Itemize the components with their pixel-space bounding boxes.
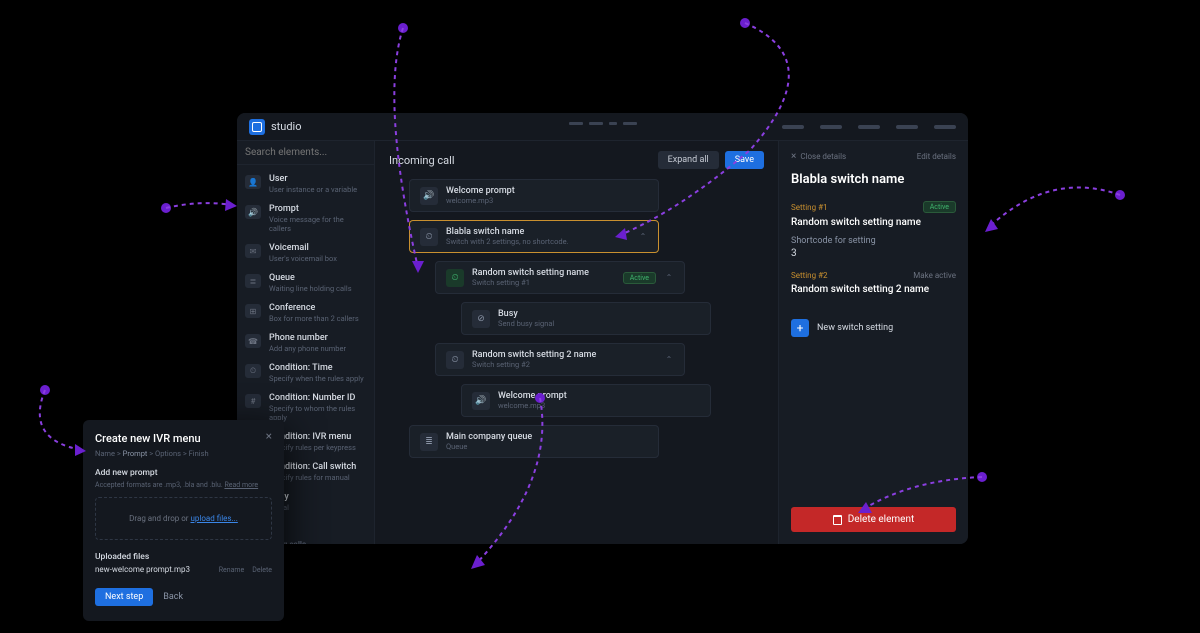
uploaded-label: Uploaded files <box>95 552 272 562</box>
flow-node-busy[interactable]: ⊘BusySend busy signal <box>461 302 711 335</box>
setting-2: Setting #2 Make active Random switch sett… <box>791 271 956 303</box>
clock-icon: ⏲ <box>420 228 438 246</box>
top-tab[interactable] <box>589 122 603 125</box>
sidebar-item-prompt[interactable]: 🔊PromptVoice message for the callers <box>237 199 374 238</box>
add-prompt-label: Add new prompt <box>95 468 272 478</box>
nav-tab[interactable] <box>782 125 804 129</box>
make-active-link[interactable]: Make active <box>913 271 956 280</box>
canvas-title: Incoming call <box>389 154 455 167</box>
collapse-icon[interactable]: ⌃ <box>664 273 674 283</box>
clock-icon: ⏲ <box>446 351 464 369</box>
close-icon[interactable]: × <box>266 429 272 443</box>
search-input[interactable] <box>245 147 375 158</box>
details-panel: ×Close details Edit details Blabla switc… <box>778 141 968 544</box>
upload-files-link[interactable]: upload files... <box>191 514 238 523</box>
close-icon: × <box>791 151 796 162</box>
new-switch-setting-button[interactable]: + New switch setting <box>791 319 956 337</box>
shortcode-value: 3 <box>791 248 956 259</box>
top-tab[interactable] <box>609 122 617 125</box>
breadcrumb: Name > Prompt > Options > Finish <box>95 449 272 458</box>
rename-link[interactable]: Rename <box>219 566 245 574</box>
trash-icon <box>833 515 842 525</box>
top-tab[interactable] <box>569 122 583 125</box>
flow-canvas[interactable]: Incoming call Expand all Save 🔊Welcome p… <box>375 141 778 544</box>
flow-node-switch[interactable]: ⏲Blabla switch nameSwitch with 2 setting… <box>409 220 659 253</box>
app-logo <box>249 119 265 135</box>
busy-icon: ⊘ <box>472 310 490 328</box>
modal-title: Create new IVR menu <box>95 432 201 445</box>
titlebar: studio <box>237 113 968 141</box>
save-button[interactable]: Save <box>725 151 764 169</box>
phone-icon: ☎ <box>245 334 261 348</box>
read-more-link[interactable]: Read more <box>224 481 258 489</box>
flow-node-queue[interactable]: ≣Main company queueQueue <box>409 425 659 458</box>
sidebar-item-phone[interactable]: ☎Phone numberAdd any phone number <box>237 328 374 358</box>
flow-node-welcome-prompt[interactable]: 🔊Welcome promptwelcome.mp3 <box>409 179 659 212</box>
sidebar-item-conference[interactable]: ⊞ConferenceBox for more than 2 callers <box>237 298 374 328</box>
flow-node-welcome-prompt-2[interactable]: 🔊Welcome promptwelcome.mp3 <box>461 384 711 417</box>
voicemail-icon: ✉ <box>245 244 261 258</box>
filename: new-welcome prompt.mp3 <box>95 565 190 574</box>
flow-node-switch-setting-1[interactable]: ⏲Random switch setting nameSwitch settin… <box>435 261 685 294</box>
active-badge: Active <box>623 272 656 284</box>
sound-icon: 🔊 <box>472 392 490 410</box>
setting-name: Random switch setting 2 name <box>791 284 956 295</box>
details-title: Blabla switch name <box>791 172 956 187</box>
search-row <box>237 141 374 165</box>
edit-details-link[interactable]: Edit details <box>917 152 956 161</box>
clock-icon: ⏲ <box>245 364 261 378</box>
sidebar-item-voicemail[interactable]: ✉VoicemailUser's voicemail box <box>237 238 374 268</box>
user-icon: 👤 <box>245 175 261 189</box>
setting-number: Setting #2 <box>791 271 828 280</box>
sidebar-item-cond-time[interactable]: ⏲Condition: TimeSpecify when the rules a… <box>237 358 374 388</box>
prompt-icon: 🔊 <box>245 205 261 219</box>
collapse-icon[interactable]: ⌃ <box>664 355 674 365</box>
flow-node-switch-setting-2[interactable]: ⏲Random switch setting 2 nameSwitch sett… <box>435 343 685 376</box>
collapse-icon[interactable]: ⌃ <box>638 232 648 242</box>
sound-icon: 🔊 <box>420 187 438 205</box>
nav-tab[interactable] <box>820 125 842 129</box>
queue-icon: ≣ <box>420 433 438 451</box>
hash-icon: # <box>245 394 261 408</box>
nav-tab[interactable] <box>896 125 918 129</box>
back-link[interactable]: Back <box>163 592 183 602</box>
active-badge: Active <box>923 201 956 213</box>
setting-number: Setting #1 <box>791 203 828 212</box>
nav-tab[interactable] <box>934 125 956 129</box>
delete-element-button[interactable]: Delete element <box>791 507 956 532</box>
format-hint: Accepted formats are .mp3, .bla and .blu… <box>95 481 272 489</box>
expand-all-button[interactable]: Expand all <box>658 151 719 169</box>
top-tab[interactable] <box>623 122 637 125</box>
dropzone[interactable]: Drag and drop or upload files... <box>95 497 272 540</box>
create-ivr-modal: Create new IVR menu × Name > Prompt > Op… <box>83 420 284 621</box>
uploaded-file-row: new-welcome prompt.mp3 Rename Delete <box>95 565 272 574</box>
close-details-button[interactable]: ×Close details <box>791 151 846 162</box>
clock-icon: ⏲ <box>446 269 464 287</box>
app-title: studio <box>271 120 302 133</box>
delete-file-link[interactable]: Delete <box>252 566 272 574</box>
next-step-button[interactable]: Next step <box>95 588 153 606</box>
sidebar-item-user[interactable]: 👤UserUser instance or a variable <box>237 169 374 199</box>
queue-icon: ≣ <box>245 274 261 288</box>
sidebar-item-queue[interactable]: ≣QueueWaiting line holding calls <box>237 268 374 298</box>
nav-tab[interactable] <box>858 125 880 129</box>
conference-icon: ⊞ <box>245 304 261 318</box>
titlebar-tabs <box>782 125 956 129</box>
app-window: studio 👤UserUser instance or a variable <box>237 113 968 544</box>
setting-1: Setting #1 Active Random switch setting n… <box>791 201 956 259</box>
setting-name: Random switch setting name <box>791 217 956 228</box>
plus-icon: + <box>791 319 809 337</box>
shortcode-label: Shortcode for setting <box>791 236 956 246</box>
